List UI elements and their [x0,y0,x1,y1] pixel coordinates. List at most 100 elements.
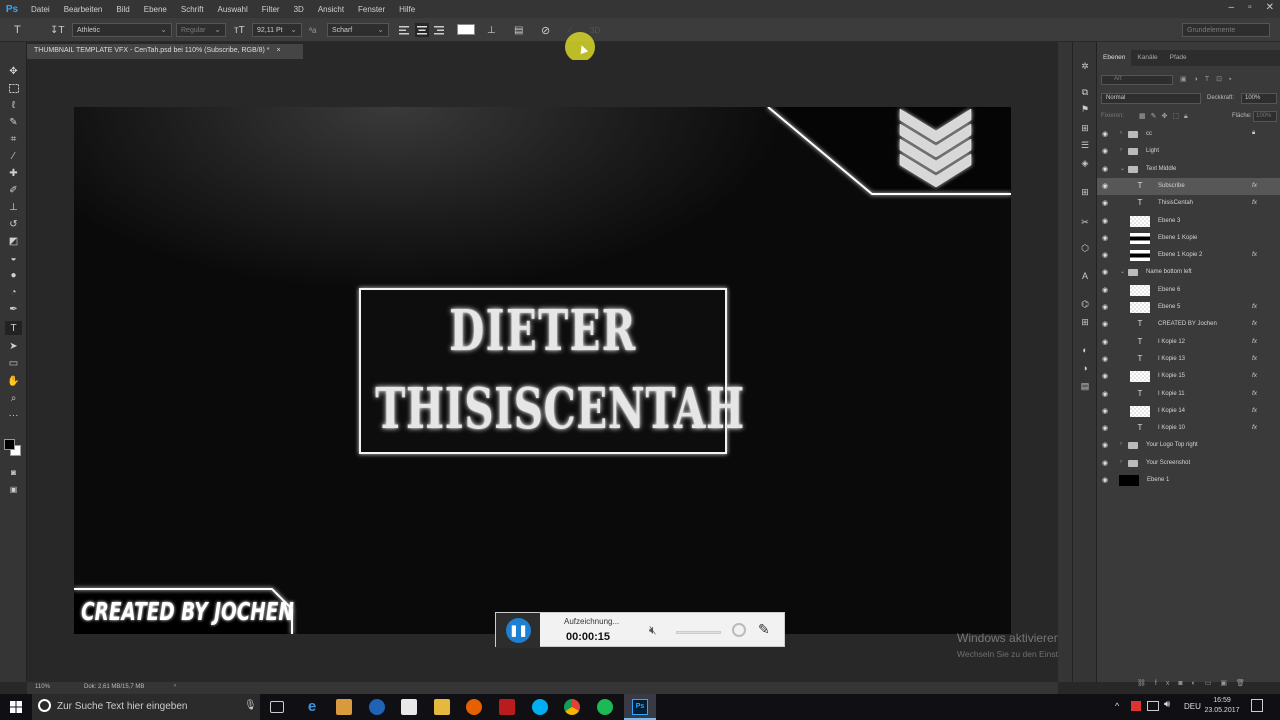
menu-3d[interactable]: 3D [287,5,311,14]
layer-row[interactable]: ◉ Ebene 1 Kopie [1097,230,1280,247]
taskbar-clock[interactable]: 16:59 23.05.2017 [1204,696,1240,716]
blur-tool-icon[interactable]: ● [5,268,22,282]
spotify-icon[interactable] [597,699,613,715]
hand-tool-icon[interactable]: ✋ [5,374,22,388]
globe-app-icon[interactable] [369,699,385,715]
layer-row[interactable]: ◉ T I Kopie 12 fx [1097,334,1280,351]
text-orientation-icon[interactable]: ↧T [50,23,65,37]
visibility-eye-icon[interactable]: ◉ [1102,303,1108,311]
character-panel-icon[interactable]: ▤ [514,23,523,37]
webcam-icon[interactable] [732,623,746,637]
align-center-icon[interactable] [415,23,429,37]
layer-fx-badge[interactable]: fx [1252,320,1257,327]
lock-options-icons[interactable]: ▦✎✥⬚🔒︎ [1139,112,1193,121]
layer-row[interactable]: ◉ T I Kopie 10 fx [1097,420,1280,437]
volume-slider[interactable] [676,631,721,634]
language-indicator[interactable]: DEU [1184,702,1201,711]
layer-fx-badge[interactable]: fx [1252,407,1257,414]
layer-row[interactable]: ◉ T CREATED BY Jochen fx [1097,316,1280,333]
layer-fx-badge[interactable]: fx [1252,251,1257,258]
visibility-eye-icon[interactable]: ◉ [1102,390,1108,398]
visibility-eye-icon[interactable]: ◉ [1102,476,1108,484]
layer-fx-badge[interactable]: fx [1252,390,1257,397]
draw-pencil-icon[interactable]: ✎ [758,621,770,638]
layer-row[interactable]: ◉ I Kopie 15 fx [1097,368,1280,385]
text-color-swatch[interactable] [457,24,475,35]
rectangle-tool-icon[interactable]: ▭ [5,356,22,370]
antialias-select[interactable]: Scharf [327,23,389,37]
menu-auswahl[interactable]: Auswahl [211,5,255,14]
actions-panel-icon[interactable]: ⚑ [1078,103,1092,115]
media-player-icon[interactable] [336,699,352,715]
3d-button[interactable]: 3D [590,23,600,37]
minimize-icon[interactable]: – [1229,2,1235,13]
layer-row[interactable]: ◉ T I Kopie 11 fx [1097,386,1280,403]
more-tools-icon[interactable]: ··· [5,408,22,422]
font-size-select[interactable]: 92,11 Pt [252,23,302,37]
visibility-eye-icon[interactable]: ◉ [1102,182,1108,190]
color-panel-icon[interactable]: ◐ [1078,344,1092,356]
layer-row[interactable]: ◉ › Your Logo Top right [1097,437,1280,454]
skype-icon[interactable] [532,699,548,715]
path-selection-tool-icon[interactable]: ➤ [5,339,22,353]
pause-recording-button[interactable]: ❚❚ [506,618,531,643]
quick-mask-icon[interactable]: ◙ [5,465,22,479]
warp-text-icon[interactable]: ⊥ [487,23,496,37]
document-close-icon[interactable]: × [276,47,280,54]
layer-row[interactable]: ◉ T Subscribe fx [1097,177,1280,195]
type-tool-icon[interactable]: T [5,321,22,335]
layer-row[interactable]: ◉ Ebene 1 Kopie 2 fx [1097,247,1280,264]
visibility-eye-icon[interactable]: ◉ [1102,407,1108,415]
layer-row[interactable]: ◉ › cc 🔒︎ [1097,126,1280,143]
adjustments-panel-icon[interactable]: ⊞ [1078,122,1092,134]
history-brush-tool-icon[interactable]: ↺ [5,217,22,231]
text-tool-preset-icon[interactable]: T [14,23,21,37]
visibility-eye-icon[interactable]: ◉ [1102,286,1108,294]
menu-hilfe[interactable]: Hilfe [392,5,422,14]
zoom-tool-icon[interactable]: ⌕ [5,391,22,405]
menu-datei[interactable]: Datei [24,5,57,14]
cancel-icon[interactable]: ⊘ [541,23,550,37]
layer-fx-badge[interactable]: fx [1252,372,1257,379]
lasso-tool-icon[interactable]: ℓ [5,98,22,112]
status-menu-arrow-icon[interactable]: › [174,683,176,689]
layer-panel-footer-icons[interactable]: ⛓fx◙◐▭▣🗑︎ [1137,679,1277,687]
visibility-eye-icon[interactable]: ◉ [1102,338,1108,346]
commit-check-icon[interactable]: ✓ [566,23,574,37]
group-expand-icon[interactable]: › [1120,147,1122,153]
layer-row[interactable]: ◉ T I Kopie 13 fx [1097,351,1280,368]
foreground-color-swatch[interactable] [4,439,15,450]
visibility-eye-icon[interactable]: ◉ [1102,355,1108,363]
marquee-tool-icon[interactable] [5,81,22,95]
photoshop-taskbar-button[interactable]: Ps [624,694,656,720]
fill-input[interactable]: 100% [1253,111,1277,122]
visibility-eye-icon[interactable]: ◉ [1102,234,1108,242]
workspace-select[interactable]: Grundelemente [1182,23,1270,37]
screen-mode-icon[interactable]: ▣ [5,482,22,496]
visibility-eye-icon[interactable]: ◉ [1102,424,1108,432]
quick-selection-tool-icon[interactable]: ✎ [5,115,22,129]
opacity-input[interactable]: 100% [1241,93,1277,104]
layer-row[interactable]: ◉ T ThisisCentah fx [1097,195,1280,212]
group-expand-icon[interactable]: › [1120,441,1122,447]
styles-panel-icon[interactable]: ◈ [1078,157,1092,169]
network-icon[interactable] [1147,701,1159,711]
task-view-icon[interactable] [270,701,284,713]
pen-tool-icon[interactable]: ✒ [5,302,22,316]
layer-row[interactable]: ◉ › Your Screenshot [1097,455,1280,472]
grid-panel-icon[interactable]: ⊞ [1078,316,1092,328]
document-canvas[interactable]: DIETER THISISCENTAH CREATED BY JOCHEN [74,107,1011,634]
visibility-eye-icon[interactable]: ◉ [1102,459,1108,467]
tray-overflow-icon[interactable]: ^ [1115,701,1119,711]
layer-row[interactable]: ◉ Ebene 1 [1097,472,1280,489]
mute-audio-icon[interactable]: 🔇︎ [649,623,657,638]
layer-fx-badge[interactable]: fx [1252,182,1257,189]
notifications-icon[interactable] [1251,699,1263,712]
tab-ebenen[interactable]: Ebenen [1097,50,1132,66]
group-expand-icon[interactable]: › [1120,459,1122,465]
group-expand-icon[interactable]: ⌄ [1120,165,1125,172]
edge-browser-icon[interactable]: e [304,699,320,715]
volume-icon[interactable]: 🔊︎ [1164,699,1170,710]
menu-bild[interactable]: Bild [109,5,136,14]
swatches-panel-icon[interactable]: ⌬ [1078,298,1092,310]
